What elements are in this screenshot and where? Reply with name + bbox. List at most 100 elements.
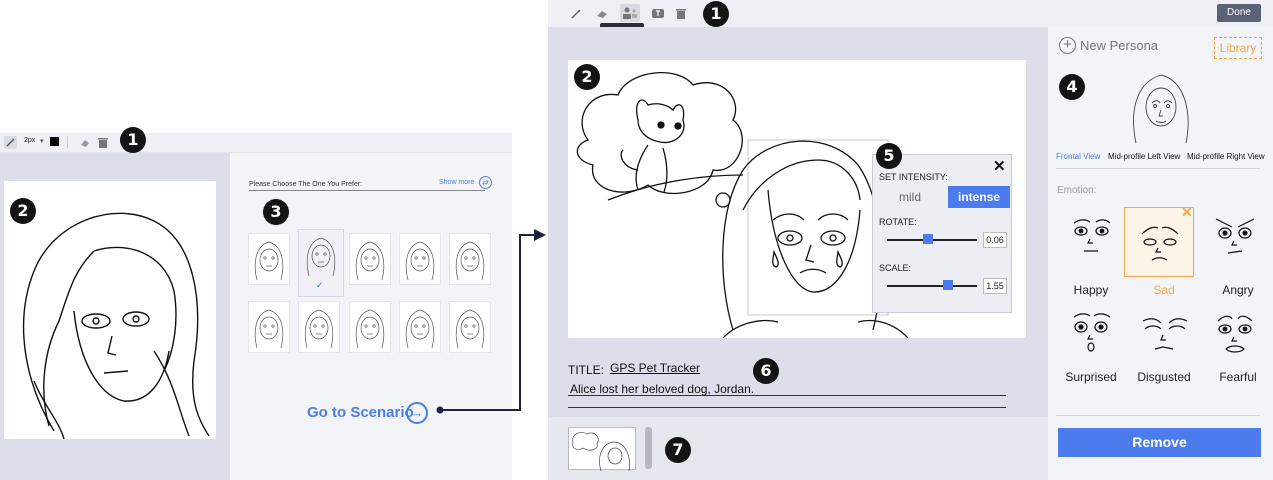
scale-value[interactable]: 1.55 xyxy=(983,278,1007,294)
remove-button[interactable]: Remove xyxy=(1058,428,1261,457)
emotion-sad-selected[interactable]: ✕ xyxy=(1124,204,1194,277)
close-icon[interactable]: ✕ xyxy=(1181,204,1193,221)
color-swatch[interactable] xyxy=(50,137,59,146)
swap-icon[interactable]: ⇄ xyxy=(479,176,492,189)
title-label: TITLE: xyxy=(568,363,605,377)
emotion-angry-label: Angry xyxy=(1222,283,1254,297)
scale-slider-track[interactable] xyxy=(887,285,977,287)
emotion-disgusted[interactable] xyxy=(1130,307,1200,377)
divider xyxy=(1056,415,1260,416)
intense-option[interactable]: intense xyxy=(948,186,1010,208)
scene-thumbnail-sketch xyxy=(572,432,630,472)
sad-face-icon xyxy=(1141,226,1179,261)
title-field[interactable]: GPS Pet Tracker xyxy=(610,361,700,375)
flow-connector-arrow xyxy=(436,229,546,414)
drawing-canvas[interactable] xyxy=(4,181,216,440)
scale-slider-knob[interactable] xyxy=(943,280,954,290)
chevron-down-icon[interactable]: ▾ xyxy=(40,137,44,145)
mild-option[interactable]: mild xyxy=(879,187,941,207)
plus-icon[interactable]: + xyxy=(1059,37,1076,54)
persona-face-thumbnail xyxy=(306,237,336,277)
persona-face-thumbnail xyxy=(355,309,385,349)
new-persona-button[interactable]: New Persona xyxy=(1080,38,1158,53)
arrow-right-icon[interactable]: → xyxy=(406,402,428,424)
step-marker-6: 6 xyxy=(753,358,779,384)
go-to-scenario-button[interactable]: Go to Scenario xyxy=(307,404,414,421)
persona-sketch-illustration xyxy=(22,212,210,440)
persona-face-thumbnail xyxy=(355,241,385,281)
persona-face-thumbnail xyxy=(405,241,435,281)
emotion-surprised[interactable] xyxy=(1056,307,1126,377)
step-marker-2: 2 xyxy=(574,64,600,90)
scene-thumbnail[interactable] xyxy=(568,427,636,472)
step-marker-1: 1 xyxy=(120,127,146,153)
pencil-icon[interactable] xyxy=(570,7,582,25)
persona-option[interactable] xyxy=(399,301,441,353)
close-icon[interactable]: ✕ xyxy=(993,157,1006,175)
show-more-link[interactable]: Show more xyxy=(439,179,474,186)
persona-face-thumbnail xyxy=(254,241,284,281)
divider xyxy=(1056,168,1260,169)
emotion-angry[interactable] xyxy=(1200,209,1270,279)
step-marker-4: 4 xyxy=(1059,74,1085,100)
rotate-slider-knob[interactable] xyxy=(922,234,933,244)
step-marker-1: 1 xyxy=(703,1,729,27)
drawing-canvas-area: 2 xyxy=(0,153,230,480)
persona-face-thumbnail xyxy=(254,309,284,349)
view-tab-frontal[interactable]: Frontal View xyxy=(1056,152,1100,161)
text-icon[interactable] xyxy=(652,7,664,25)
persona-face-thumbnail xyxy=(304,309,334,349)
choose-prompt: Please Choose The One You Prefer: xyxy=(249,181,363,188)
view-tab-mid-left[interactable]: Mid-profile Left View xyxy=(1108,152,1180,161)
persona-preview xyxy=(1133,74,1189,144)
trash-icon[interactable] xyxy=(676,7,686,25)
persona-option[interactable] xyxy=(349,301,391,353)
scenario-description[interactable]: Alice lost her beloved dog, Jordan. xyxy=(570,382,754,396)
persona-option-selected[interactable]: ✓ xyxy=(298,229,344,297)
move-icon[interactable] xyxy=(620,4,640,22)
library-button[interactable]: Library xyxy=(1214,37,1262,59)
emotion-fearful[interactable] xyxy=(1200,307,1270,377)
emotion-label: Emotion: xyxy=(1057,185,1097,196)
persona-option[interactable] xyxy=(399,233,441,285)
persona-option[interactable] xyxy=(248,301,290,353)
set-intensity-label: SET INTENSITY: xyxy=(879,172,948,182)
scenario-canvas-area: 2 ✕ SET INTENSITY: mild intense ROTATE: … xyxy=(548,27,1048,417)
fearful-face-icon xyxy=(1217,315,1253,353)
step-marker-5: 5 xyxy=(876,143,902,169)
persona-face-thumbnail xyxy=(405,309,435,349)
right-panel: 1 Done move xyxy=(548,0,1273,480)
disgusted-face-icon xyxy=(1142,318,1188,350)
text-line xyxy=(568,407,1006,408)
text-line xyxy=(568,395,1006,396)
step-marker-7: 7 xyxy=(665,437,691,463)
emotion-happy[interactable] xyxy=(1056,209,1126,279)
trash-icon[interactable] xyxy=(98,136,108,154)
pencil-icon[interactable] xyxy=(4,136,17,149)
step-marker-2: 2 xyxy=(10,198,36,224)
left-toolbar: 2px ▾ 1 xyxy=(0,127,512,154)
surprised-face-icon xyxy=(1073,313,1111,352)
persona-option[interactable] xyxy=(248,233,290,285)
scene-strip: 7 xyxy=(548,417,1048,480)
rotate-value[interactable]: 0.06 xyxy=(983,232,1007,248)
scene-strip-scrollbar[interactable] xyxy=(645,427,652,469)
persona-option[interactable] xyxy=(298,301,340,353)
right-toolbar: 1 Done xyxy=(548,0,1273,27)
divider xyxy=(249,190,485,191)
brush-size-select[interactable]: 2px xyxy=(24,137,35,144)
done-button[interactable]: Done xyxy=(1217,4,1261,22)
emotion-fearful-label: Fearful xyxy=(1219,370,1257,384)
step-marker-3: 3 xyxy=(263,199,289,225)
check-icon: ✓ xyxy=(316,280,324,290)
scale-label: SCALE: xyxy=(879,263,912,273)
happy-face-icon xyxy=(1073,219,1111,252)
eraser-icon[interactable] xyxy=(79,136,91,154)
divider xyxy=(67,136,68,148)
angry-face-icon xyxy=(1215,218,1255,254)
persona-sidebar: + New Persona Library 4 Frontal View Mid… xyxy=(1048,27,1273,480)
rotate-label: ROTATE: xyxy=(879,217,917,227)
intensity-popup: ✕ SET INTENSITY: mild intense ROTATE: 0.… xyxy=(872,154,1012,313)
persona-option[interactable] xyxy=(349,233,391,285)
view-tab-mid-right[interactable]: Mid-profile Right View xyxy=(1187,152,1265,161)
